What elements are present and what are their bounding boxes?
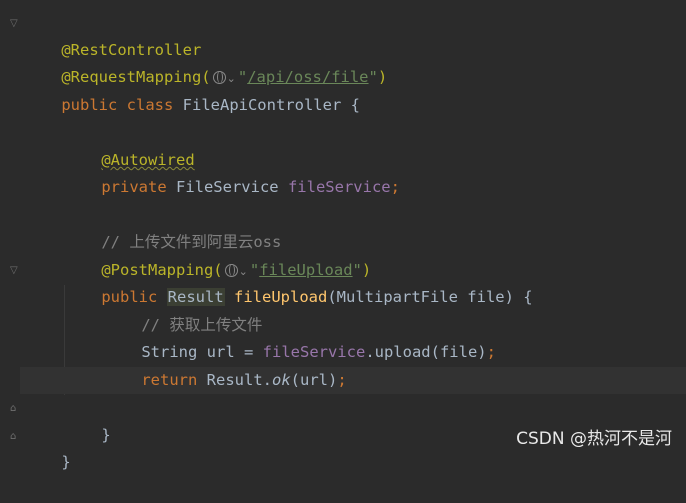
code-editor[interactable]: ▽ ▽ ⌂ ⌂ @RestController @RequestMapping(… [0, 0, 686, 471]
code-line-5[interactable]: @Autowired [24, 120, 686, 169]
code-line-6[interactable]: private FileService fileService; [24, 147, 686, 196]
fold-marker-icon[interactable]: ▽ [10, 265, 20, 277]
code-line-3[interactable]: public class FileApiController { [24, 65, 686, 114]
code-line-1[interactable]: @RestController [24, 10, 686, 59]
class-ref: Result. [206, 371, 272, 389]
field-name: fileService [287, 178, 391, 196]
watermark: CSDN @热河不是河 [516, 429, 672, 449]
code-line-2[interactable]: @RequestMapping(⌄ "/api/oss/file") [24, 37, 686, 86]
code-line-9[interactable]: @PostMapping(⌄ "fileUpload") [24, 230, 686, 279]
class-name: FileApiController { [182, 96, 360, 114]
closing-brace: } [61, 453, 71, 471]
keyword: return [141, 371, 207, 389]
code-line-11[interactable]: // 获取上传文件 [24, 285, 686, 334]
keyword: public class [61, 96, 183, 114]
code-line-12[interactable]: String url = fileService.upload(file); [24, 312, 686, 361]
semicolon: ; [390, 178, 400, 196]
code-line-15[interactable]: } [24, 395, 686, 444]
method-args: (url) [290, 371, 338, 389]
code-line-10[interactable]: public Result fileUpload(MultipartFile f… [24, 257, 686, 306]
semicolon: ; [337, 371, 347, 389]
code-line-13[interactable]: return Result.ok(url); [24, 340, 686, 389]
static-method: ok [271, 371, 291, 389]
editor-gutter [0, 0, 20, 459]
fold-marker-icon[interactable]: ▽ [10, 18, 20, 30]
fold-marker-icon[interactable]: ⌂ [10, 403, 20, 415]
keyword: private [101, 178, 176, 196]
code-line-8[interactable]: // 上传文件到阿里云oss [24, 202, 686, 251]
fold-marker-icon[interactable]: ⌂ [10, 431, 20, 443]
type-name: FileService [175, 178, 288, 196]
